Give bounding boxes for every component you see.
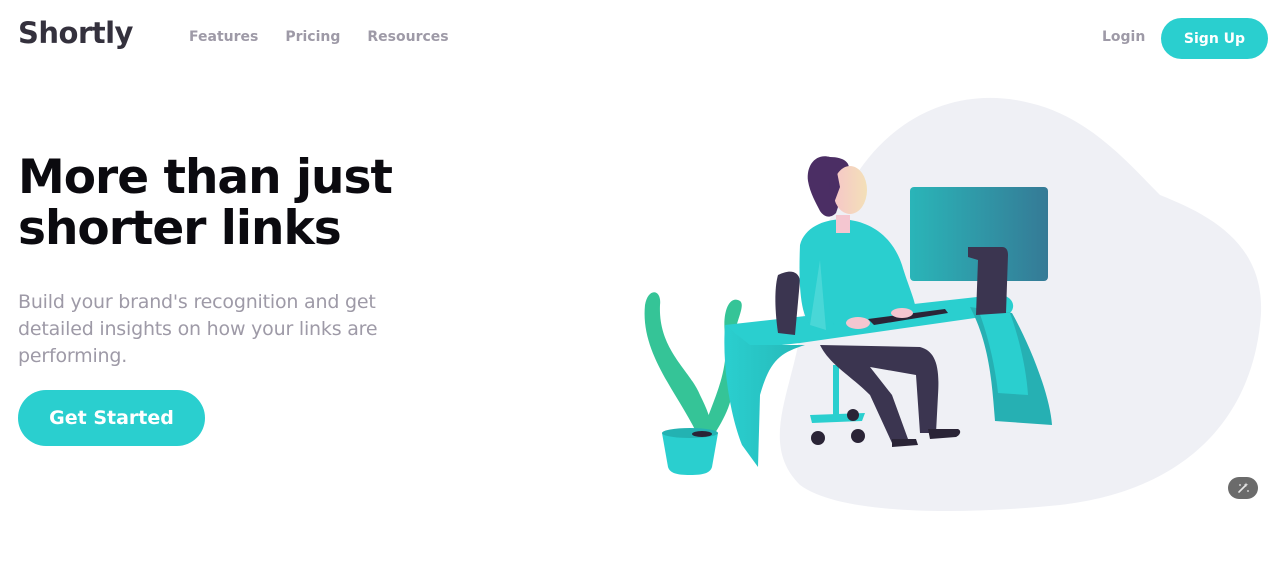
brand-logo[interactable]: Shortly [18, 16, 133, 50]
widget-button[interactable] [1228, 477, 1258, 499]
login-link[interactable]: Login [1102, 29, 1145, 45]
hero-title-line-2: shorter links [18, 201, 342, 256]
hero-title: More than just shorter links [18, 152, 448, 254]
nav-link-pricing[interactable]: Pricing [285, 29, 340, 45]
site-header: Shortly Features Pricing Resources Login… [0, 0, 1280, 78]
signup-button[interactable]: Sign Up [1161, 18, 1268, 59]
magic-wand-icon [1238, 482, 1249, 493]
person-working-illustration [644, 97, 1262, 511]
hero-title-line-1: More than just [18, 150, 393, 205]
hero-subtitle: Build your brand's recognition and get d… [18, 291, 378, 367]
nav-link-features[interactable]: Features [189, 29, 258, 45]
plant-pot [662, 433, 718, 475]
get-started-button[interactable]: Get Started [18, 390, 205, 446]
plant-leaf-left [644, 292, 712, 440]
nav-link-resources[interactable]: Resources [367, 29, 448, 45]
primary-nav: Features Pricing Resources [189, 29, 449, 45]
